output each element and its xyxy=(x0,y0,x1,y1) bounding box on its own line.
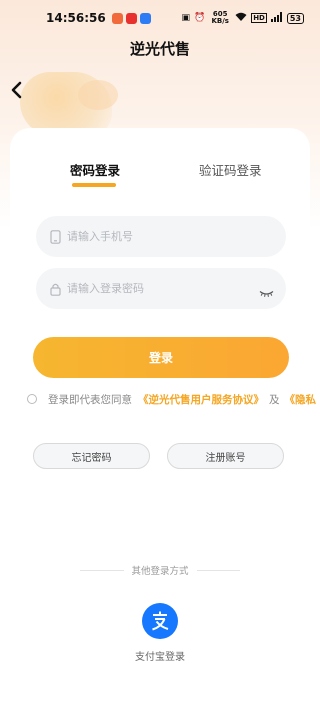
tab-password-login[interactable]: 密码登录 xyxy=(70,160,120,179)
status-bar: 14:56:56 ▣ ⏰ 605 KB/s HD 53 xyxy=(0,0,320,36)
hd-icon: HD xyxy=(251,13,267,23)
signal-icon xyxy=(270,11,283,25)
alipay-login-label: 支付宝登录 xyxy=(135,652,185,663)
password-input[interactable] xyxy=(67,282,237,295)
notification-app-icon xyxy=(111,12,123,24)
service-agreement-link[interactable]: 《逆光代售用户服务协议》 xyxy=(138,392,264,407)
register-button[interactable]: 注册账号 xyxy=(167,443,284,469)
divider-line xyxy=(80,569,124,571)
alarm-icon: ⏰ xyxy=(193,13,206,23)
agreement-prefix: 登录即代表您同意 xyxy=(48,393,132,406)
active-tab-indicator xyxy=(72,183,116,187)
nfc-icon: ▣ xyxy=(181,13,190,23)
decorative-blob xyxy=(78,80,118,110)
battery-indicator: 53 xyxy=(286,12,304,24)
forgot-password-button[interactable]: 忘记密码 xyxy=(33,443,150,469)
eye-closed-icon xyxy=(259,291,274,297)
phone-icon xyxy=(50,229,61,244)
phone-field[interactable] xyxy=(36,216,286,257)
other-login-title: 其他登录方式 xyxy=(131,566,189,577)
lock-icon xyxy=(50,283,61,296)
other-login-divider: 其他登录方式 xyxy=(80,563,241,577)
toggle-password-visibility[interactable] xyxy=(259,283,274,302)
tab-code-login[interactable]: 验证码登录 xyxy=(199,160,262,179)
agreement-checkbox[interactable] xyxy=(27,394,37,404)
status-indicators: ▣ ⏰ 605 KB/s HD 53 xyxy=(181,11,304,25)
alipay-icon xyxy=(152,611,169,631)
page-title: 逆光代售 xyxy=(129,40,190,58)
divider-line xyxy=(196,569,241,571)
back-button[interactable] xyxy=(6,78,26,102)
status-time: 14:56:56 xyxy=(46,11,106,25)
chevron-left-icon xyxy=(11,81,22,99)
password-field[interactable] xyxy=(36,268,286,309)
notification-app-icon xyxy=(125,12,137,24)
login-button[interactable]: 登录 xyxy=(33,337,289,378)
wifi-icon xyxy=(235,12,247,25)
agreement-and: 及 xyxy=(269,393,280,406)
agreement-row: 登录即代表您同意 《逆光代售用户服务协议》 及 《隐私 xyxy=(27,391,320,407)
network-speed: 605 KB/s xyxy=(211,10,229,25)
alipay-login-button[interactable] xyxy=(142,603,178,639)
privacy-policy-link[interactable]: 《隐私 xyxy=(285,392,317,407)
notification-app-icon xyxy=(139,12,151,24)
phone-input[interactable] xyxy=(67,230,237,243)
